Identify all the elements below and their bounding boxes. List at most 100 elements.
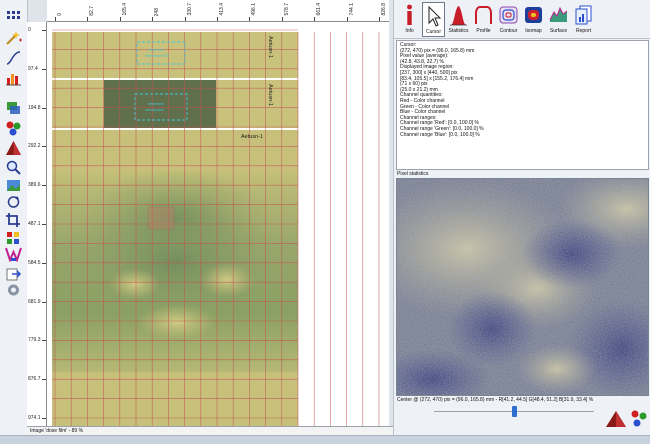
bar-chart-icon [6,74,21,86]
x-ruler-label: 413.4 [219,3,225,16]
y-ruler-tick: 681.9 [27,298,46,310]
contour-icon [499,6,518,24]
y-ruler-label: 97.4 [28,65,38,72]
mode-button-report[interactable]: Report [572,2,595,37]
surface-icon [549,6,568,22]
y-ruler-label: 389.6 [28,182,41,189]
x-ruler-tick: 330.7 [184,1,195,21]
mode-label-cursor: Cursor [425,29,441,35]
y-ruler-tick: 487.1 [27,221,46,232]
layer-icon [7,102,20,114]
mode-button-info[interactable]: Info [398,2,421,37]
profile-icon [475,6,492,24]
y-ruler-tick: 779.3 [27,337,46,348]
cursor-info-panel: Cursor: (272, 470) pix = (96.0, 165.8) m… [396,40,649,170]
x-ruler-tick: 744.1 [346,1,357,21]
rotate-tool-button[interactable] [5,194,22,210]
magnifier-icon [6,160,21,175]
y-ruler-label: 0 [28,27,31,33]
y-ruler-tick: 584.5 [27,259,46,271]
pyramid-icon [6,141,21,155]
mode-button-surface[interactable]: Surface [547,2,570,37]
pixel-statistics-label: Pixel statistics [397,171,429,177]
x-ruler-label: 826.8 [381,3,387,16]
zoom-caption: Center @ (272, 470) pix = (96.0, 165.8) … [397,397,594,403]
x-ruler-tick: 826.8 [379,1,389,21]
color-channels-icon [631,410,647,427]
zoom-slider-thumb[interactable] [511,406,517,417]
grid-icon [7,11,20,19]
layer-tool-button[interactable] [5,100,22,116]
chart-tool-button[interactable] [5,70,22,86]
report-icon [575,5,592,25]
x-ruler-label: 496.1 [251,3,258,16]
y-ruler-tick: 194.8 [27,104,46,116]
mode-label-info: Info [405,28,414,34]
mode-label-statistics: Statistics [448,28,469,34]
rotate-icon [7,196,20,208]
mode-button-profile[interactable]: Profile [472,2,495,37]
x-ruler-label: 330.7 [186,3,193,16]
pyramid-stats-icon [606,411,626,427]
x-ruler-tick: 248 [152,1,162,21]
pixel-zoom-view[interactable] [396,178,649,396]
pyramid-tool-button[interactable] [5,140,22,156]
mode-button-isomap[interactable]: Isomap [522,2,545,37]
roi-2-label-a: reference [148,102,164,106]
y-ruler-label: 584.5 [28,259,41,266]
roi-2-label-b: unexposed [145,108,164,112]
y-ruler-tick: 876.7 [27,376,46,387]
image-adjust-icon [7,180,20,191]
left-ruler: 0 97.4 194.8 292.2 389.6 487.1 584.5 681.9 779.3… [27,22,47,426]
y-ruler-tick: 974.1 [27,415,46,426]
mode-label-report: Report [575,28,591,34]
y-ruler-label: 194.8 [28,104,41,111]
film-label-1: Aetusn-1 [267,36,273,58]
top-ruler: 0 82.7 165.4 248 330.7 413.4 496.1 578.7 661.4 74… [47,0,389,22]
y-ruler-label: 681.9 [28,298,41,305]
settings-icon [8,284,19,296]
stats-icon-group [600,407,650,429]
export-icon [6,268,22,281]
x-ruler-label: 661.4 [316,3,323,16]
y-ruler-tick: 389.6 [27,182,46,193]
cursor-region [147,206,175,230]
magic-add-tool-button[interactable] [5,30,22,46]
zoom-slider[interactable] [434,406,594,418]
y-ruler-tick: 97.4 [27,65,46,77]
y-ruler-label: 974.1 [28,415,41,421]
image-canvas[interactable]: Aetusn-1 Aetusn-1 Aetusn-1 reference ref… [47,22,389,426]
info-icon [407,4,412,25]
settings-tool-button[interactable] [5,282,22,298]
statistics-icon [450,6,467,26]
curve-icon [6,51,21,65]
palette-icon [5,247,22,262]
transform-tool-button[interactable] [5,230,22,246]
info-line: Channel range 'Blue': [0.0, 100.0] % [400,131,480,138]
left-toolbar [0,0,28,443]
curve-tool-button[interactable] [5,50,22,66]
y-ruler-tick: 0 [27,27,46,38]
mode-button-statistics[interactable]: Statistics [447,2,470,37]
mode-button-cursor[interactable]: Cursor [422,2,445,37]
grid-tool-button[interactable] [5,8,22,24]
zoomed-pixels [397,179,648,395]
color-tool-button[interactable] [5,120,22,136]
palette-tool-button[interactable] [5,246,22,262]
zoom-tool-button[interactable] [5,160,22,176]
x-ruler-label: 744.1 [348,3,355,16]
film-image: Aetusn-1 Aetusn-1 Aetusn-1 reference ref… [52,29,380,426]
x-ruler-label: 248 [154,7,161,16]
x-ruler-label: 578.7 [283,3,290,16]
mode-button-contour[interactable]: Contour [497,2,520,37]
x-ruler-label: 0 [57,13,63,16]
image-adjust-tool-button[interactable] [5,178,22,194]
y-ruler-label: 487.1 [28,221,41,227]
y-ruler-label: 779.3 [28,337,41,344]
x-ruler-label: 82.7 [89,6,96,16]
film-label-2: Aetusn-1 [267,84,273,106]
x-ruler-label: 165.4 [121,3,128,16]
crop-tool-button[interactable] [5,212,22,228]
export-tool-button[interactable] [5,266,22,282]
x-ruler-tick: 578.7 [281,1,292,21]
